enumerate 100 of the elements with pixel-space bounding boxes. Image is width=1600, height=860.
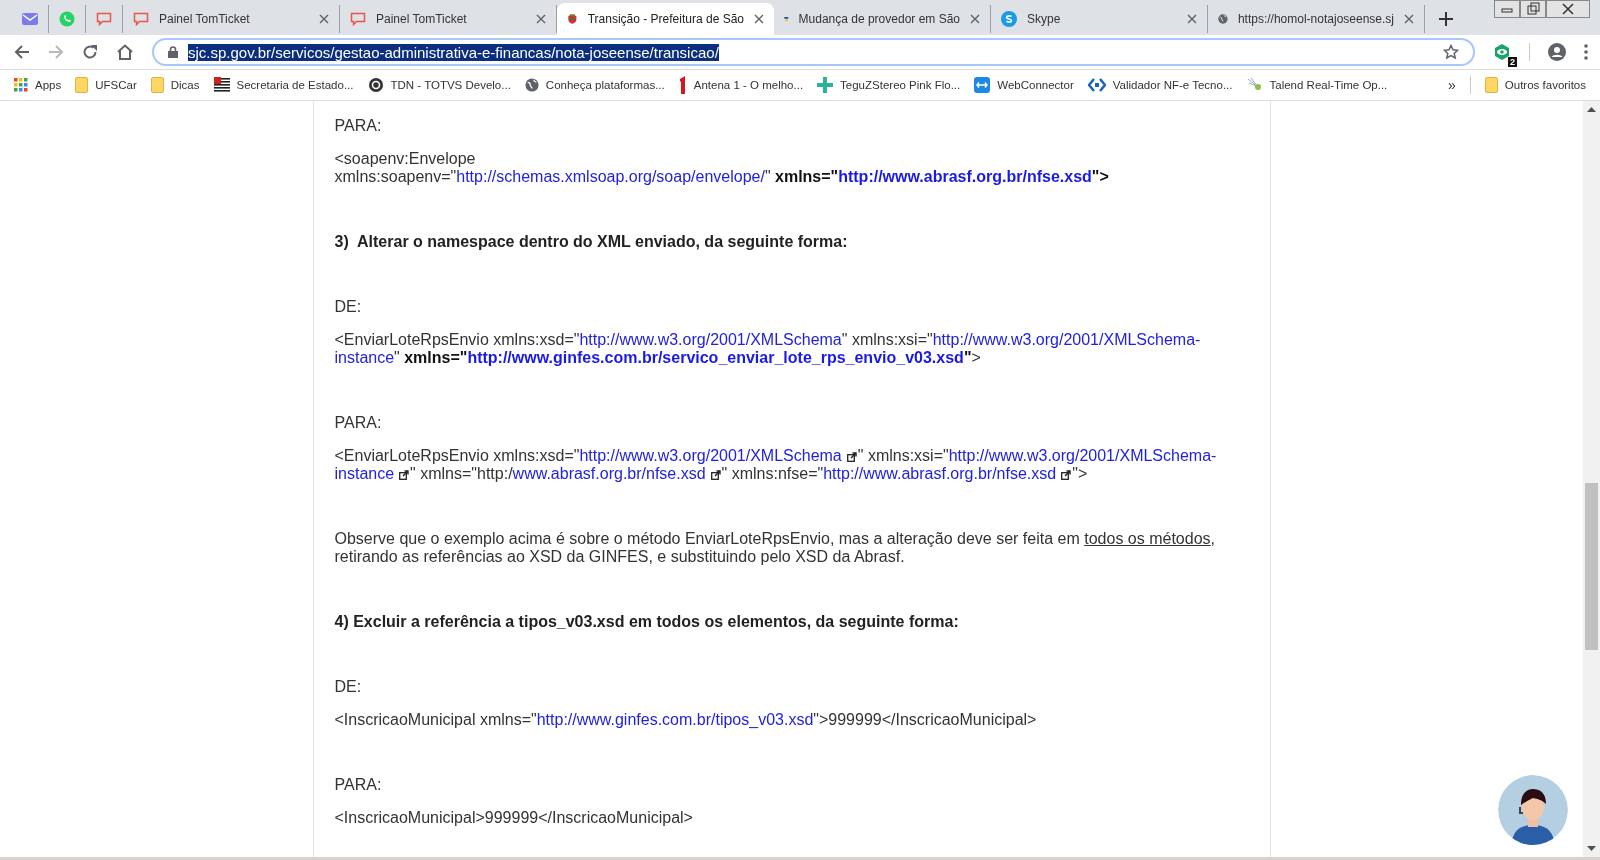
- link[interactable]: http://www.ginfes.com.br/servico_enviar_lote_rps_envio_v03.xsd: [467, 349, 964, 366]
- link[interactable]: http://www.abrasf.org.br/nfse.xsd: [838, 168, 1092, 185]
- bookmark-label: Validador NF-e Tecno...: [1112, 79, 1233, 91]
- tab-title: Painel TomTicket: [376, 12, 468, 26]
- bookmark-item[interactable]: Antena 1 - O melho...: [678, 76, 804, 94]
- link[interactable]: todos os métodos: [1084, 530, 1211, 547]
- section-heading: 4) Excluir a referência a tipos_v03.xsd em todos os elementos, da seguinte forma:: [334, 613, 960, 631]
- chat-bubble-icon: [133, 12, 149, 26]
- bookmark-label: UFSCar: [95, 79, 137, 91]
- close-icon[interactable]: [970, 14, 980, 24]
- tab-title: Transição - Prefeitura de São: [587, 12, 744, 26]
- close-icon[interactable]: [1187, 14, 1197, 24]
- number-one-icon: [678, 76, 687, 94]
- bookmark-item[interactable]: Talend Real-Time Op...: [1246, 77, 1388, 93]
- close-icon[interactable]: [754, 14, 764, 24]
- link[interactable]: http://www.abrasf.org.br/nfse.xsd: [823, 465, 1073, 482]
- link[interactable]: http://www.w3.org/2001/XMLSchema-: [932, 331, 1201, 348]
- bookmark-label: Apps: [35, 79, 62, 91]
- browser-tab[interactable]: Painel TomTicket: [123, 5, 340, 33]
- external-link-icon: [399, 470, 410, 480]
- url-text: sjc.sp.gov.br/servicos/gestao-administrativa-e-financas/nota-joseense/transicao/: [188, 43, 719, 61]
- back-arrow-icon[interactable]: [14, 44, 30, 60]
- link[interactable]: http://www.ginfes.com.br/tipos_v03.xsd: [536, 711, 814, 728]
- paragraph: Observe que o exemplo acima é sobre o método EnviarLoteRpsEnvio, mas a alteração deve ser feita em todos os métodos, retirando as referências ao XSD da GINFES, e substituindo pelo XSD da Abrasf.: [334, 530, 1216, 566]
- scrollbar-thumb[interactable]: [1585, 482, 1598, 650]
- bookmark-label: TDN - TOTVS Develo...: [390, 79, 511, 91]
- link[interactable]: instance: [334, 465, 411, 482]
- tab-title: Mudança de provedor em São: [798, 12, 960, 26]
- bookmark-label: TeguZStereo Pink Flo...: [840, 79, 961, 91]
- chat-bubble-icon: [350, 12, 366, 26]
- chat-bubble-icon: [96, 12, 112, 26]
- block-label: DE:: [334, 298, 363, 316]
- ring-icon: [367, 77, 384, 93]
- striped-flag-icon: [213, 77, 230, 93]
- bookmark-label: Conheça plataformas...: [545, 79, 665, 91]
- bookmark-item[interactable]: Validador NF-e Tecno...: [1087, 78, 1233, 92]
- external-link-icon: [710, 470, 721, 480]
- browser-tab[interactable]: Mudança de provedor em São: [774, 5, 991, 33]
- folder-icon: [150, 77, 164, 93]
- close-icon[interactable]: [536, 14, 546, 24]
- reload-icon[interactable]: [82, 44, 98, 60]
- block-label: PARA:: [334, 117, 383, 135]
- browser-tab[interactable]: https://homol-notajoseense.sj: [1208, 5, 1425, 33]
- folder-icon: [1484, 77, 1498, 93]
- star-icon[interactable]: [1443, 44, 1459, 60]
- close-icon[interactable]: [1546, 0, 1590, 18]
- bookmark-label: WebConnector: [997, 79, 1074, 91]
- bookmark-item[interactable]: WebConnector: [974, 77, 1074, 93]
- link[interactable]: http://www.w3.org/2001/XMLSchema-: [948, 447, 1217, 464]
- bookmark-label: Talend Real-Time Op...: [1269, 79, 1388, 91]
- home-icon[interactable]: [116, 44, 134, 60]
- browser-tab[interactable]: Transição - Prefeitura de São: [557, 3, 774, 35]
- globe-icon: [1218, 11, 1228, 27]
- section-heading: 3) Alterar o namespace dentro do XML enviado, da seguinte forma:: [334, 233, 849, 251]
- close-icon[interactable]: [1404, 14, 1414, 24]
- plus-sign-icon: [817, 77, 834, 93]
- bookmark-item[interactable]: Conheça plataformas...: [524, 78, 665, 92]
- link[interactable]: http://schemas.xmlsoap.org/soap/envelope/: [456, 168, 765, 185]
- bookmark-item[interactable]: UFSCar: [75, 77, 137, 93]
- browser-tab[interactable]: Skype: [991, 5, 1208, 33]
- scroll-up-icon[interactable]: [1587, 107, 1596, 112]
- eye-shield-icon[interactable]: [1493, 43, 1511, 61]
- skype-icon: [1001, 11, 1017, 27]
- xml-snippet: <EnviarLoteRpsEnvio xmlns:xsd="http://www.w3.org/2001/XMLSchema" xmlns:xsi="http://www.w3.org/2001/XMLSchema- instance" xmlns="http://www.ginfes.com.br/servico_enviar_lote_rps_envio_v03.xsd">: [334, 331, 1202, 367]
- menu-icon[interactable]: [1584, 44, 1588, 60]
- more-bookmarks-chevron[interactable]: »: [1448, 77, 1456, 93]
- link[interactable]: www.abrasf.org.br/nfse.xsd: [512, 465, 722, 482]
- crest-icon: [567, 11, 578, 27]
- spark-icon: [1246, 77, 1263, 93]
- xml-snippet: <soapenv:Envelope xmlns:soapenv="http://schemas.xmlsoap.org/soap/envelope/" xmlns="http://www.abrasf.org.br/nfse.xsd">: [334, 150, 1110, 186]
- bookmark-item[interactable]: Apps: [14, 78, 62, 92]
- minimize-icon[interactable]: [1494, 0, 1520, 18]
- link[interactable]: instance: [334, 349, 395, 366]
- lock-icon: [168, 46, 178, 58]
- bookmark-label: Antena 1 - O melho...: [693, 79, 804, 91]
- scroll-down-icon[interactable]: [1587, 846, 1596, 851]
- xml-snippet: <EnviarLoteRpsEnvio xmlns:xsd="http://www.w3.org/2001/XMLSchema " xmlns:xsi="http://www.w3.org/2001/XMLSchema- instance " xmlns="http:/www.abrasf.org.br/nfse.xsd " xmlns:nfse="http://www.abrasf.org.br/nfse.xsd ">: [334, 447, 1218, 483]
- new-tab-icon[interactable]: [1439, 12, 1453, 26]
- bookmark-item[interactable]: TDN - TOTVS Develo...: [367, 77, 511, 93]
- chevrons-icon: [1087, 78, 1106, 92]
- external-link-icon: [1061, 470, 1072, 480]
- globe-icon: [524, 78, 539, 92]
- tab-title: Painel TomTicket: [159, 12, 251, 26]
- scrollbar[interactable]: [1583, 101, 1600, 857]
- external-link-icon: [846, 452, 857, 462]
- apps-grid-icon: [14, 78, 28, 92]
- block-label: DE:: [334, 678, 363, 696]
- bookmark-item[interactable]: TeguZStereo Pink Flo...: [817, 77, 961, 93]
- address-bar[interactable]: sjc.sp.gov.br/servicos/gestao-administrativa-e-financas/nota-joseense/transicao/: [152, 38, 1475, 66]
- envelope-icon: [22, 13, 38, 25]
- profile-avatar-icon[interactable]: [1548, 43, 1566, 61]
- link[interactable]: http://www.w3.org/2001/XMLSchema: [579, 447, 858, 464]
- bookmark-item[interactable]: Secretaria de Estado...: [213, 77, 354, 93]
- bookmark-item[interactable]: Outros favoritos: [1484, 77, 1586, 93]
- bookmark-label: Outros favoritos: [1504, 79, 1586, 91]
- bookmark-item[interactable]: Dicas: [150, 77, 200, 93]
- link[interactable]: http://www.w3.org/2001/XMLSchema: [579, 331, 842, 348]
- phone-bubble-icon: [59, 11, 75, 27]
- close-icon[interactable]: [319, 14, 329, 24]
- restore-icon[interactable]: [1520, 0, 1546, 18]
